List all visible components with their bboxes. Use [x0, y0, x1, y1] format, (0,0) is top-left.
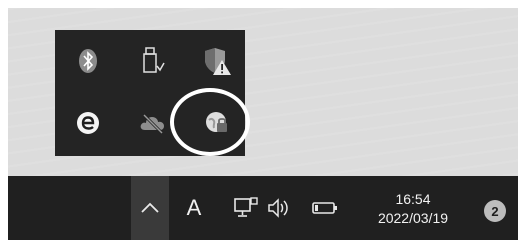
- clock-button[interactable]: 16:54 2022/03/19: [363, 190, 463, 228]
- battery-button[interactable]: [308, 176, 342, 240]
- network-button[interactable]: [230, 176, 262, 240]
- battery-icon: [312, 202, 337, 214]
- input-method-button[interactable]: A: [178, 176, 210, 240]
- network-wired-icon: [234, 197, 258, 217]
- chevron-up-icon: [141, 202, 159, 213]
- edge-e-icon[interactable]: [68, 103, 108, 143]
- notification-center-button[interactable]: 2: [484, 200, 506, 222]
- ime-mode-label: A: [186, 195, 202, 220]
- highlight-ring: [170, 88, 250, 156]
- clock-time: 16:54: [395, 191, 431, 207]
- bluetooth-icon[interactable]: [68, 41, 108, 81]
- onedrive-offline-icon[interactable]: [133, 103, 173, 143]
- security-warning-icon[interactable]: [197, 41, 237, 81]
- volume-button[interactable]: [264, 176, 296, 240]
- usb-eject-icon[interactable]: [133, 41, 173, 81]
- clock-date: 2022/03/19: [377, 210, 449, 226]
- notification-count: 2: [491, 203, 499, 219]
- speaker-icon: [268, 198, 288, 218]
- show-hidden-icons-button[interactable]: [131, 176, 169, 240]
- taskbar: A 16:54 2022/03/19 2: [8, 176, 518, 240]
